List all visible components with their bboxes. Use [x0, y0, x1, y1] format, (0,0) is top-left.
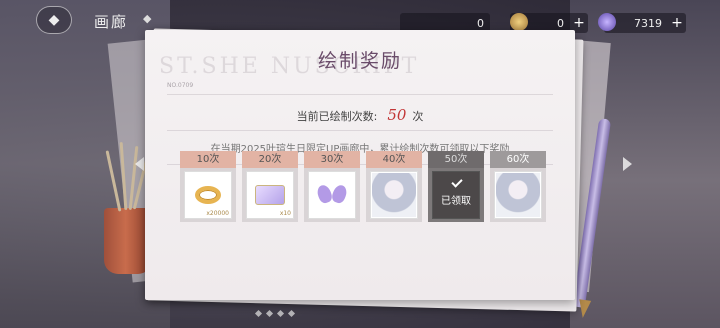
page-dot[interactable]	[265, 309, 274, 318]
gem-icon	[598, 13, 616, 31]
pen-nib-decoration	[576, 299, 592, 319]
reward-thumbnail: x20000	[184, 171, 232, 219]
reward-thumbnail: 已领取	[432, 171, 480, 219]
page-dot[interactable]	[254, 309, 263, 318]
previous-arrow-icon[interactable]	[135, 157, 144, 171]
serial-number: NO.0709	[167, 82, 194, 89]
reward-threshold: 10次	[180, 151, 236, 168]
divider	[167, 130, 553, 131]
draw-count-unit: 次	[412, 110, 424, 123]
portrait-icon	[496, 173, 540, 217]
coin-icon	[510, 13, 528, 31]
reward-item-30[interactable]: 30次	[304, 151, 360, 222]
pagination-dots	[254, 309, 296, 318]
ring-icon	[195, 186, 221, 204]
back-button[interactable]: ◆	[36, 6, 72, 34]
reward-item-20[interactable]: 20次 x10	[242, 151, 298, 222]
currency-pill-3: 7319 +	[604, 13, 686, 33]
next-arrow-icon[interactable]	[623, 157, 632, 171]
draw-count-value: 50	[387, 106, 407, 124]
ticket-icon	[255, 185, 285, 205]
page-dot[interactable]	[276, 309, 285, 318]
butterfly-icon	[318, 183, 346, 207]
reward-thumbnail	[494, 171, 542, 219]
reward-item-60[interactable]: 60次	[490, 151, 546, 222]
reward-thumbnail	[370, 171, 418, 219]
reward-threshold: 40次	[366, 151, 422, 168]
reward-item-40[interactable]: 40次	[366, 151, 422, 222]
claimed-badge: 已领取	[441, 196, 471, 207]
portrait-icon	[372, 173, 416, 217]
card-title: 绘制奖励	[317, 50, 402, 72]
page-title: 画廊	[94, 13, 129, 31]
check-icon	[451, 176, 463, 188]
reward-thumbnail	[308, 171, 356, 219]
reward-threshold: 60次	[490, 151, 546, 168]
reward-threshold: 50次	[428, 151, 484, 168]
reward-threshold: 30次	[304, 151, 360, 168]
reward-item-50[interactable]: 50次 已领取	[428, 151, 484, 222]
reward-thumbnail: x10	[246, 171, 294, 219]
diamond-icon: ◆	[143, 12, 152, 25]
reward-threshold: 20次	[242, 151, 298, 168]
reward-quantity: x20000	[206, 210, 229, 217]
page-dot[interactable]	[287, 309, 296, 318]
reward-item-10[interactable]: 10次 x20000	[180, 151, 236, 222]
currency-amount: 0	[477, 16, 484, 30]
draw-count: 当前已绘制次数: 50 次	[145, 106, 575, 124]
back-ornament-icon: ◆	[48, 12, 60, 28]
divider	[167, 94, 553, 95]
draw-count-label: 当前已绘制次数:	[296, 110, 378, 123]
add-currency-button[interactable]: +	[668, 14, 686, 32]
reward-quantity: x10	[279, 210, 291, 217]
